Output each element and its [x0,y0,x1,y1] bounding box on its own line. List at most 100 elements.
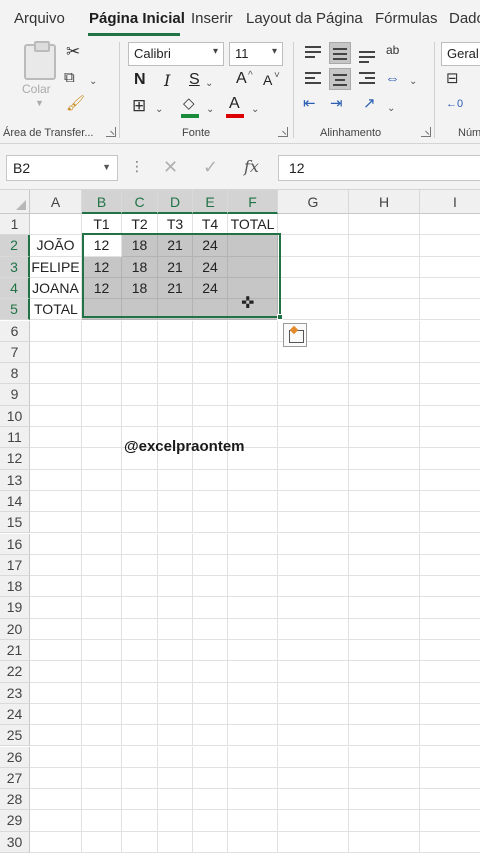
cell-a7[interactable] [30,341,82,364]
row-header-10[interactable]: 10 [0,405,30,427]
spreadsheet-grid[interactable]: ABCDEFGHI 1 2 3 4 5 6 7 8 9 10 11 12 13 14 15 16 17 18 19 2… [0,190,480,854]
cell-i19[interactable] [420,597,480,619]
cell-i22[interactable] [420,661,480,683]
row-header-16[interactable]: 16 [0,533,30,555]
quick-analysis-icon[interactable] [283,323,307,347]
cell-d1[interactable]: T3 [158,214,193,236]
cell-a1[interactable] [30,214,82,236]
cell-h17[interactable] [349,554,420,577]
cell-i4[interactable] [420,278,480,300]
align-left-icon[interactable] [302,68,324,90]
enter-icon[interactable]: ✓ [203,157,218,178]
cell-b18[interactable] [82,576,122,598]
cell-g29[interactable] [278,810,349,832]
cell-c19[interactable] [122,597,158,619]
cell-d6[interactable] [158,320,193,342]
cell-e27[interactable] [193,767,228,790]
cell-g30[interactable] [278,831,349,853]
cell-e24[interactable] [193,703,228,726]
cell-e18[interactable] [193,576,228,598]
cell-f17[interactable] [228,554,278,577]
cell-h12[interactable] [349,448,420,470]
cell-a2[interactable]: JOÃO [30,235,82,257]
cell-i12[interactable] [420,448,480,470]
cell-e16[interactable] [193,533,228,555]
cell-f29[interactable] [228,810,278,832]
cell-b14[interactable] [82,490,122,513]
cell-g8[interactable] [278,363,349,385]
borders-dropdown-icon[interactable]: ⌄ [155,102,163,118]
cell-g9[interactable] [278,384,349,406]
column-header-h[interactable]: H [349,190,420,214]
cell-i3[interactable] [420,257,480,278]
cell-b6[interactable] [82,320,122,342]
cell-i7[interactable] [420,342,480,364]
cell-i27[interactable] [420,768,480,790]
cell-b11[interactable] [82,427,122,449]
cell-c15[interactable] [122,512,158,534]
cell-i25[interactable] [420,725,480,747]
cell-g12[interactable] [278,448,349,470]
cell-b29[interactable] [82,810,122,832]
cell-f28[interactable] [228,789,278,811]
cell-d8[interactable] [158,363,193,385]
cell-a29[interactable] [30,810,82,832]
cell-g4[interactable] [278,277,349,300]
cell-b23[interactable] [82,682,122,704]
column-header-g[interactable]: G [278,190,349,214]
cell-f2[interactable] [228,235,278,257]
cell-e9[interactable] [193,384,228,406]
cell-h1[interactable] [349,214,420,236]
cell-e2[interactable]: 24 [193,235,228,257]
cell-f13[interactable] [228,469,278,491]
cell-c26[interactable] [122,746,158,768]
row-header-30[interactable]: 30 [0,831,30,853]
cell-b22[interactable] [82,661,122,683]
cell-f7[interactable] [228,341,278,364]
cell-c27[interactable] [122,767,158,790]
row-header-18[interactable]: 18 [0,576,30,598]
cell-h5[interactable] [349,299,420,321]
cell-a9[interactable] [30,384,82,406]
cell-e28[interactable] [193,789,228,811]
cell-h25[interactable] [349,725,420,747]
align-middle-icon[interactable] [329,42,351,64]
cell-e3[interactable]: 24 [193,256,228,278]
cell-h18[interactable] [349,576,420,598]
cell-e25[interactable] [193,725,228,747]
row-header-21[interactable]: 21 [0,640,30,662]
row-header-2[interactable]: 2 [0,235,30,257]
cell-g1[interactable] [278,214,349,236]
cell-a13[interactable] [30,469,82,491]
increase-decimal-icon[interactable]: ←0 [446,96,463,112]
cell-f22[interactable] [228,661,278,683]
cell-f1[interactable]: TOTAL [228,214,278,236]
row-header-22[interactable]: 22 [0,661,30,683]
row-header-11[interactable]: 11 [0,427,30,449]
cell-f27[interactable] [228,767,278,790]
cell-e14[interactable] [193,490,228,513]
cell-h28[interactable] [349,789,420,811]
cell-c25[interactable] [122,725,158,747]
cell-c28[interactable] [122,789,158,811]
cell-d22[interactable] [158,661,193,683]
cell-c6[interactable] [122,320,158,342]
row-header-1[interactable]: 1 [0,214,30,236]
cell-e29[interactable] [193,810,228,832]
row-header-20[interactable]: 20 [0,618,30,640]
wrap-text-icon[interactable]: ab [386,42,399,58]
cell-h16[interactable] [349,533,420,555]
cell-b9[interactable] [82,384,122,406]
cell-f30[interactable] [228,831,278,853]
cell-c2[interactable]: 18 [122,235,158,257]
row-header-28[interactable]: 28 [0,789,30,811]
row-header-15[interactable]: 15 [0,512,30,534]
cell-a3[interactable]: FELIPE [30,256,82,278]
cell-i13[interactable] [420,470,480,491]
cell-e5[interactable] [193,299,228,321]
insert-function-icon[interactable]: fx [244,157,259,176]
cell-i23[interactable] [420,683,480,704]
cell-g23[interactable] [278,682,349,704]
cell-g24[interactable] [278,703,349,726]
cell-h9[interactable] [349,384,420,406]
